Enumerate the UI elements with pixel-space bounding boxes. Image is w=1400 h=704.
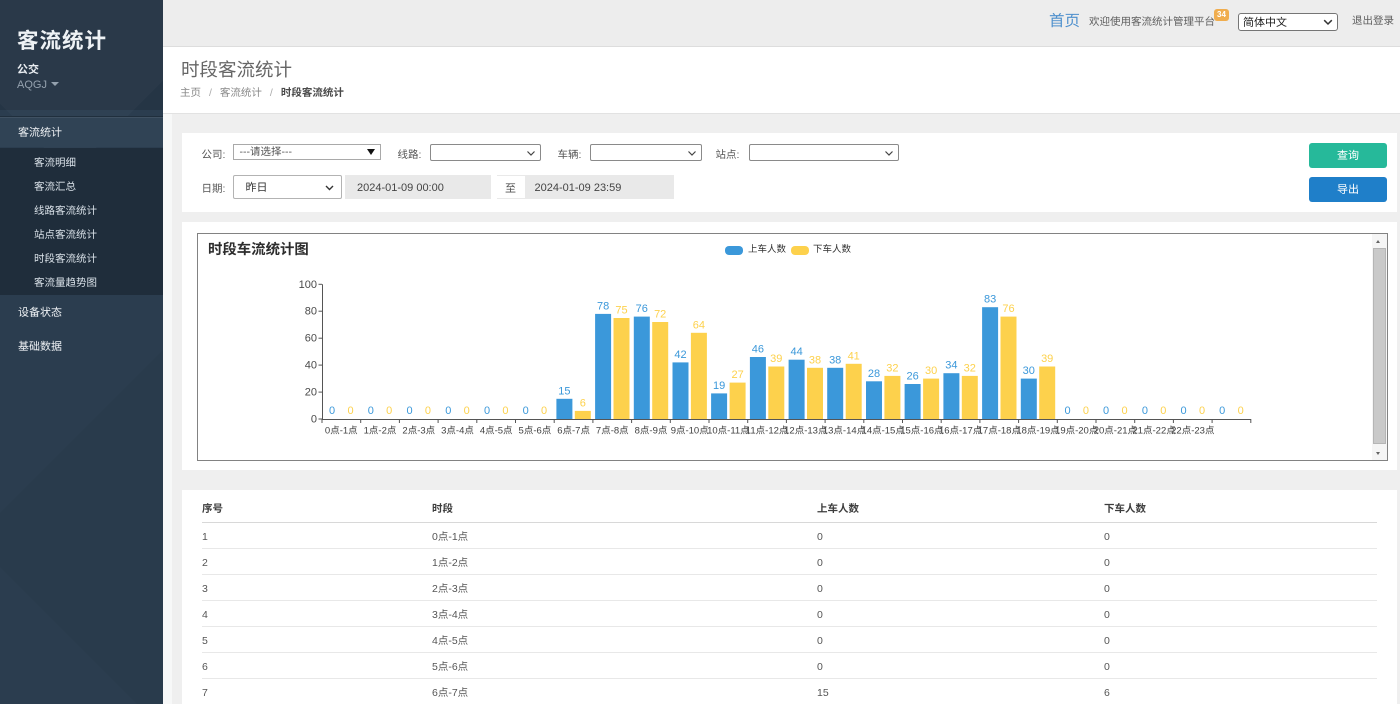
svg-text:0: 0 — [541, 402, 547, 418]
svg-text:76: 76 — [636, 300, 648, 316]
svg-text:83: 83 — [984, 291, 996, 307]
svg-text:6: 6 — [580, 394, 586, 410]
svg-text:60: 60 — [305, 330, 317, 346]
svg-text:0: 0 — [368, 402, 374, 418]
svg-text:22点-23点: 22点-23点 — [1171, 423, 1215, 437]
svg-text:30: 30 — [925, 362, 937, 378]
svg-text:1点-2点: 1点-2点 — [364, 423, 397, 437]
svg-text:12点-13点: 12点-13点 — [784, 423, 828, 437]
svg-text:0: 0 — [311, 411, 317, 427]
svg-text:17点-18点: 17点-18点 — [978, 423, 1022, 437]
svg-text:41: 41 — [848, 347, 860, 363]
svg-text:27: 27 — [731, 366, 743, 382]
svg-text:0: 0 — [484, 402, 490, 418]
svg-text:0: 0 — [502, 402, 508, 418]
svg-text:0: 0 — [329, 402, 335, 418]
svg-text:20: 20 — [305, 384, 317, 400]
svg-text:0: 0 — [407, 402, 413, 418]
svg-text:15: 15 — [558, 382, 570, 398]
svg-text:4点-5点: 4点-5点 — [480, 423, 513, 437]
svg-text:15点-16点: 15点-16点 — [900, 423, 944, 437]
svg-text:0: 0 — [1238, 402, 1244, 418]
svg-text:72: 72 — [654, 306, 666, 322]
svg-text:38: 38 — [809, 351, 821, 367]
svg-text:28: 28 — [868, 365, 880, 381]
svg-text:0: 0 — [1219, 402, 1225, 418]
svg-text:100: 100 — [299, 276, 317, 292]
svg-text:39: 39 — [770, 350, 782, 366]
svg-text:0: 0 — [1181, 402, 1187, 418]
svg-text:6点-7点: 6点-7点 — [557, 423, 590, 437]
svg-text:0: 0 — [1103, 402, 1109, 418]
svg-text:8点-9点: 8点-9点 — [635, 423, 668, 437]
svg-text:3点-4点: 3点-4点 — [441, 423, 474, 437]
svg-text:5点-6点: 5点-6点 — [519, 423, 552, 437]
svg-text:0: 0 — [1083, 402, 1089, 418]
svg-text:0: 0 — [1199, 402, 1205, 418]
svg-text:0: 0 — [1160, 402, 1166, 418]
svg-text:21点-22点: 21点-22点 — [1132, 423, 1176, 437]
svg-text:0: 0 — [1064, 402, 1070, 418]
svg-text:18点-19点: 18点-19点 — [1016, 423, 1060, 437]
svg-text:10点-11点: 10点-11点 — [707, 423, 750, 437]
svg-text:75: 75 — [615, 302, 627, 318]
svg-text:0: 0 — [347, 402, 353, 418]
svg-text:0点-1点: 0点-1点 — [325, 423, 358, 437]
svg-text:0: 0 — [1122, 402, 1128, 418]
svg-text:11点-12点: 11点-12点 — [746, 423, 789, 437]
svg-text:80: 80 — [305, 303, 317, 319]
svg-text:16点-17点: 16点-17点 — [939, 423, 983, 437]
svg-text:20点-21点: 20点-21点 — [1094, 423, 1138, 437]
svg-text:32: 32 — [964, 359, 976, 375]
svg-text:34: 34 — [945, 357, 957, 373]
svg-text:38: 38 — [829, 351, 841, 367]
svg-text:44: 44 — [790, 343, 802, 359]
svg-text:0: 0 — [425, 402, 431, 418]
svg-text:19点-20点: 19点-20点 — [1055, 423, 1099, 437]
svg-text:39: 39 — [1041, 350, 1053, 366]
svg-text:0: 0 — [445, 402, 451, 418]
svg-text:19: 19 — [713, 377, 725, 393]
svg-text:64: 64 — [693, 316, 705, 332]
svg-text:42: 42 — [674, 346, 686, 362]
svg-text:32: 32 — [886, 359, 898, 375]
svg-text:0: 0 — [464, 402, 470, 418]
svg-text:0: 0 — [386, 402, 392, 418]
svg-text:0: 0 — [1142, 402, 1148, 418]
svg-text:26: 26 — [906, 368, 918, 384]
svg-text:9点-10点: 9点-10点 — [671, 423, 710, 437]
svg-text:0: 0 — [523, 402, 529, 418]
svg-text:76: 76 — [1002, 300, 1014, 316]
svg-text:14点-15点: 14点-15点 — [862, 423, 906, 437]
svg-text:13点-14点: 13点-14点 — [823, 423, 867, 437]
svg-text:40: 40 — [305, 357, 317, 373]
svg-text:7点-8点: 7点-8点 — [596, 423, 629, 437]
svg-text:30: 30 — [1023, 362, 1035, 378]
svg-text:78: 78 — [597, 297, 609, 313]
svg-text:2点-3点: 2点-3点 — [402, 423, 435, 437]
svg-text:46: 46 — [752, 341, 764, 357]
